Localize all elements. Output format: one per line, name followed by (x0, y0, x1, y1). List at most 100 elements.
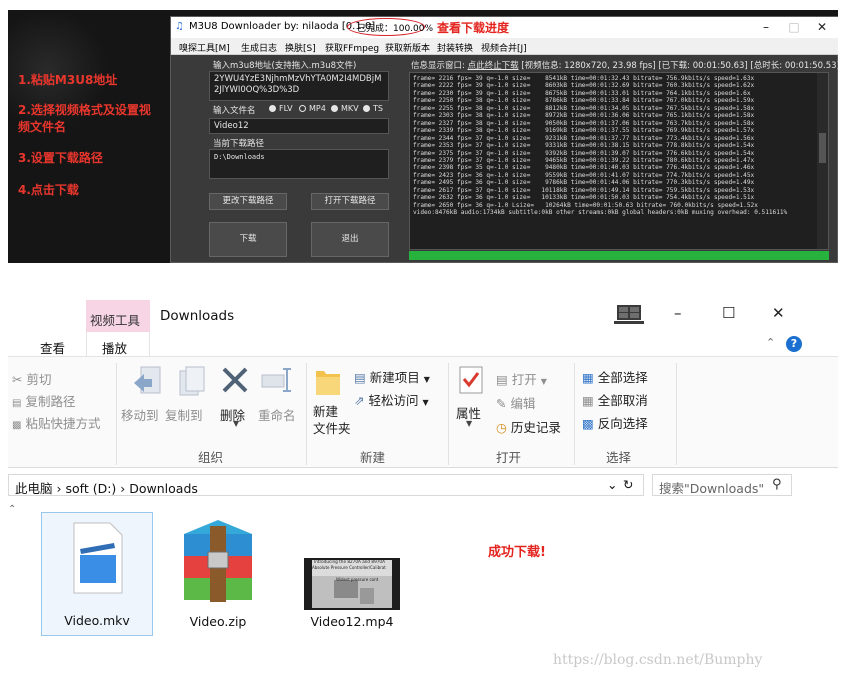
app-titlebar: ♫ M3U8 Downloader by: nilaoda [0.1.0] 已完… (171, 17, 838, 38)
url-label: 输入m3u8地址(支持拖入.m3u8文件) (213, 61, 357, 71)
file-explorer-window: 视频工具 Downloads – ☐ ✕ 查看 播放 ⌃ ? ✂ 剪切 ▤ 复制… (8, 292, 838, 680)
paste-shortcut-icon: ▩ (12, 420, 22, 431)
file-name: Video.zip (189, 614, 247, 629)
chevron-down-icon: ▼ (423, 375, 430, 384)
chevron-down-icon[interactable]: ▼ (233, 419, 239, 428)
menu-skin[interactable]: 换肤[S] (285, 41, 316, 54)
video-tools-context-tab[interactable]: 视频工具 (86, 300, 150, 332)
change-path-button[interactable]: 更改下载路径 (209, 193, 287, 210)
menu-remux[interactable]: 封装转换 (437, 41, 473, 54)
history-icon: ◷ (496, 420, 507, 435)
scissors-icon: ✂ (12, 372, 23, 387)
menu-get-ffmpeg[interactable]: 获取FFmpeg (325, 41, 379, 54)
video-file-icon (73, 522, 123, 594)
app-logo-icon: ♫ (175, 21, 184, 32)
chevron-right-icon: › (120, 481, 130, 496)
select-all-button[interactable]: ▦ 全部选择 (582, 367, 648, 386)
refresh-icon[interactable]: ↻ (623, 477, 633, 492)
chevron-down-icon: ▼ (540, 377, 547, 386)
maximize-icon[interactable]: □ (785, 20, 803, 34)
edit-button[interactable]: ✎ 编辑 (496, 393, 535, 412)
search-icon[interactable]: ⚲ (772, 477, 782, 492)
minimize-icon[interactable]: – (757, 20, 775, 34)
explorer-titlebar: 视频工具 Downloads – ☐ ✕ (8, 292, 838, 332)
format-radio-flv[interactable]: FLV (269, 104, 293, 113)
help-icon[interactable]: ? (786, 336, 802, 352)
explorer-minimize-icon[interactable]: – (674, 304, 682, 322)
thumbnail-text-3: Widest pressure cont (336, 577, 379, 582)
edit-icon: ✎ (496, 396, 507, 411)
explorer-title: Downloads (160, 308, 235, 324)
filename-input[interactable]: Video12 (209, 118, 389, 134)
move-to-icon (134, 366, 161, 394)
group-organize: 组织 (198, 450, 224, 465)
chevron-up-icon[interactable]: ⌃ (766, 336, 775, 349)
menu-merge[interactable]: 视频合并[J] (481, 41, 527, 54)
tab-play[interactable]: 播放 (102, 338, 127, 357)
group-select: 选择 (606, 450, 632, 465)
watermark: https://blog.csdn.net/Bumphy (553, 652, 763, 668)
explorer-close-icon[interactable]: ✕ (772, 304, 785, 322)
app-menubar: 嗅探工具[M] 生成日志 换肤[S] 获取FFmpeg 获取新版本 封装转换 视… (171, 38, 838, 55)
format-radio-mp4[interactable]: MP4 (299, 104, 326, 113)
file-item-zip[interactable]: Video.zip (176, 518, 260, 629)
menu-new-version[interactable]: 获取新版本 (385, 41, 430, 54)
breadcrumb-drive[interactable]: soft (D:) (65, 481, 116, 496)
cut-button[interactable]: ✂ 剪切 (12, 369, 51, 388)
open-path-button[interactable]: 打开下载路径 (311, 193, 389, 210)
archive-icon (184, 520, 252, 602)
url-input[interactable]: 2YWU4YzE3NjhmMzVhYTA0M2I4MDBjM2JlYWI0OQ%… (209, 71, 389, 101)
copy-path-button[interactable]: ▤ 复制路径 (12, 391, 75, 410)
laptop-icon (614, 305, 644, 324)
search-input[interactable]: 搜索"Downloads" (652, 474, 792, 496)
menu-gen-log[interactable]: 生成日志 (241, 41, 277, 54)
radio-dot-icon (331, 105, 338, 112)
ribbon-separator (306, 363, 307, 465)
easy-access-button[interactable]: ⇗ 轻松访问 ▼ (354, 390, 429, 409)
select-none-button[interactable]: ▦ 全部取消 (582, 390, 648, 409)
file-name: Video12.mp4 (310, 614, 394, 629)
download-progress-bar (409, 251, 829, 260)
select-all-icon: ▦ (582, 370, 594, 385)
menu-sniff-tool[interactable]: 嗅探工具[M] (179, 41, 230, 54)
thumbnail-text-1: Introducing the 8270A and 8970A (314, 559, 385, 564)
explorer-maximize-icon[interactable]: ☐ (722, 304, 735, 322)
new-item-icon: ▤ (354, 370, 366, 385)
chevron-down-icon[interactable]: ⌄ (607, 477, 617, 492)
ffmpeg-log: frame= 2216 fps= 39 q=-1.0 size= 8541kB … (409, 72, 829, 250)
new-item-button[interactable]: ▤ 新建项目 ▼ (354, 367, 430, 386)
exit-button[interactable]: 退出 (311, 222, 389, 257)
history-button[interactable]: ◷ 历史记录 (496, 417, 561, 436)
close-icon[interactable]: ✕ (813, 20, 831, 34)
copy-path-icon: ▤ (12, 398, 22, 409)
copy-to-button[interactable]: 复制到 (165, 405, 203, 424)
ribbon-separator (574, 363, 575, 465)
stop-download-link[interactable]: 点此终止下载 (468, 61, 519, 71)
move-to-button[interactable]: 移动到 (121, 405, 159, 424)
breadcrumb-downloads[interactable]: Downloads (129, 481, 198, 496)
breadcrumb[interactable]: 此电脑 › soft (D:) › Downloads ⌄ ↻ (8, 474, 644, 496)
rename-button[interactable]: 重命名 (258, 405, 296, 424)
invert-selection-button[interactable]: ▩ 反向选择 (582, 413, 648, 432)
success-annotation: 成功下载! (488, 545, 546, 560)
file-item-mkv[interactable]: Video.mkv (41, 512, 153, 636)
download-button[interactable]: 下载 (209, 222, 287, 257)
rename-icon (261, 368, 291, 392)
nav-scroll-up-icon[interactable]: ⌃ (8, 504, 16, 515)
tutorial-step-4: 4.点击下载 (18, 183, 79, 197)
open-icon: ▤ (496, 372, 508, 387)
tab-view[interactable]: 查看 (40, 338, 65, 357)
breadcrumb-this-pc[interactable]: 此电脑 (15, 481, 53, 496)
open-button[interactable]: ▤ 打开 ▼ (496, 369, 547, 388)
chevron-down-icon[interactable]: ▼ (466, 419, 472, 428)
format-radio-mkv[interactable]: MKV (331, 104, 359, 113)
paste-shortcut-button[interactable]: ▩ 粘贴快捷方式 (12, 413, 100, 432)
ribbon-separator (116, 363, 117, 465)
file-item-mp4[interactable]: Introducing the 8270A and 8970A Absolute… (304, 558, 400, 629)
tutorial-step-1: 1.粘贴M3U8地址 (18, 73, 118, 87)
new-folder-button[interactable]: 新建 文件夹 (313, 403, 351, 437)
format-radio-ts[interactable]: TS (363, 104, 383, 113)
scroll-thumb[interactable] (819, 133, 826, 163)
radio-dot-icon (363, 105, 370, 112)
log-scrollbar[interactable] (817, 73, 828, 249)
